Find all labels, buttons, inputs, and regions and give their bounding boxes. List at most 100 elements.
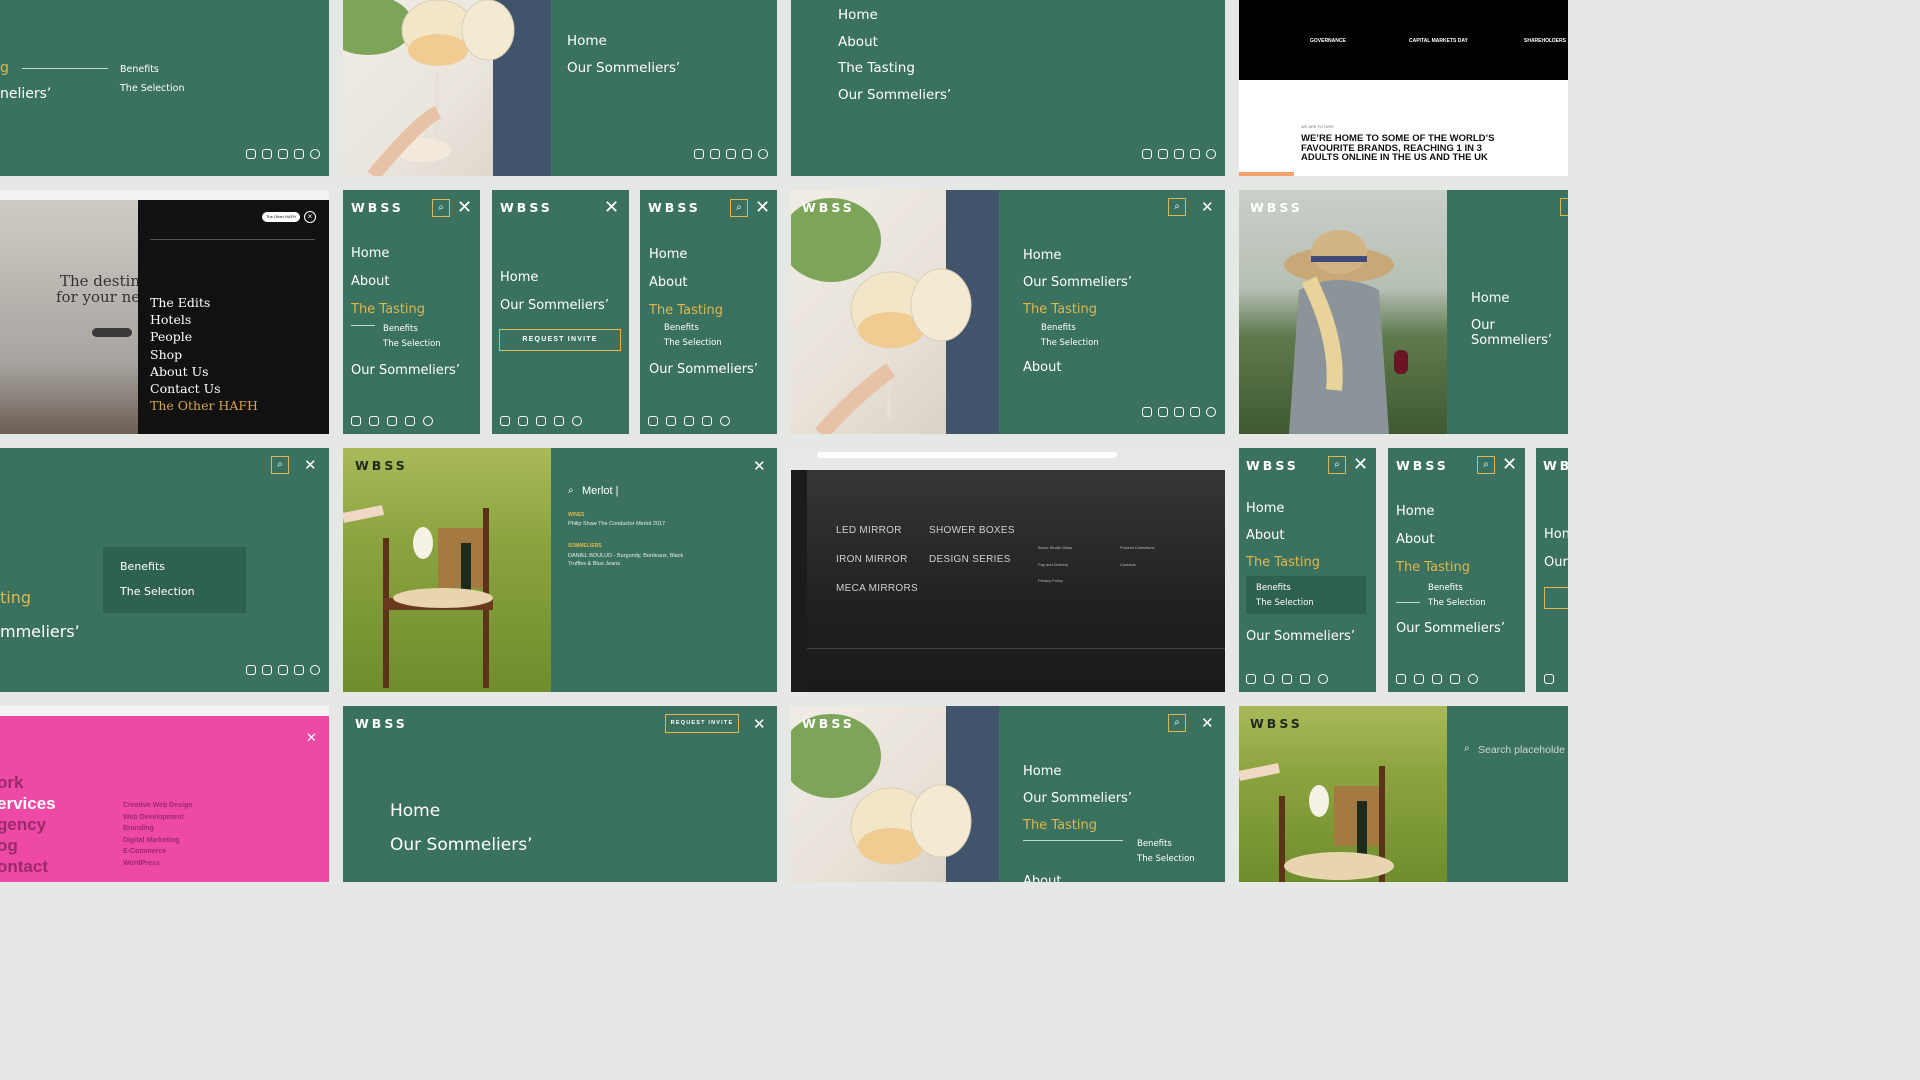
close-icon[interactable]: ✕ [755,199,770,217]
instagram-icon[interactable] [246,665,256,675]
menu-iron-mirror[interactable]: IRON MIRROR [836,554,908,565]
search-icon[interactable]: ⌕ [730,199,748,217]
nav-item-about[interactable]: About [351,274,389,289]
nav-item-sommeliers[interactable]: Our Sommeliers’ [1471,318,1568,348]
twitter-icon[interactable] [1174,407,1184,417]
nav-item-about[interactable]: About [838,34,878,50]
nav-item-about[interactable]: About [1023,360,1061,375]
search-icon[interactable]: ⌕ [432,199,450,217]
instagram-icon[interactable] [1396,674,1406,684]
youtube-icon[interactable] [405,416,415,426]
search-input[interactable]: Search placeholde [1478,744,1565,756]
sub-item-benefits[interactable]: Benefits [383,322,418,337]
search-icon[interactable]: ⌕ [1328,456,1346,474]
search-icon[interactable]: ⌕ [1168,198,1186,216]
menu-item-edits[interactable]: The Edits [150,294,258,311]
search-icon[interactable]: ⌕ [271,456,289,474]
facebook-icon[interactable] [310,149,320,159]
wbss-logo[interactable]: WBSS [1246,458,1299,473]
menu-item-about[interactable]: About Us [150,363,258,380]
twitter-icon[interactable] [726,149,736,159]
wbss-logo[interactable]: WBSS [1250,716,1303,731]
youtube-icon[interactable] [702,416,712,426]
nav-item-home[interactable]: Hon [1544,527,1568,542]
result-wine[interactable]: Philip Shaw The Conductor Merlot 2017 [568,521,665,527]
wbss-logo[interactable]: WBSS [648,200,701,215]
social-icons[interactable] [694,149,768,159]
linkedin-icon[interactable] [262,665,272,675]
search-icon[interactable]: ⌕ [1168,714,1186,732]
nav-item-sommeliers[interactable]: Our Sommeliers’ [1023,275,1132,290]
nav-item-home[interactable]: Home [1246,501,1284,516]
social-icons[interactable] [246,149,320,159]
sub-item-selection[interactable]: The Selection [1428,596,1486,611]
nav-item-about[interactable]: About [1023,874,1061,882]
twitter-icon[interactable] [278,149,288,159]
social-icons[interactable] [246,665,320,675]
nav-item-about[interactable]: About [649,275,687,290]
menu-item-shop[interactable]: Shop [150,346,258,363]
youtube-icon[interactable] [294,665,304,675]
request-invite-button[interactable] [1544,587,1568,609]
facebook-icon[interactable] [758,149,768,159]
facebook-icon[interactable] [423,416,433,426]
sub-item-benefits[interactable]: Benefits [120,560,165,573]
youtube-icon[interactable] [1300,674,1310,684]
menu-meca-mirrors[interactable]: MECA MIRRORS [836,583,918,594]
close-icon[interactable]: ✕ [753,457,766,475]
instagram-icon[interactable] [351,416,361,426]
nav-item-about[interactable]: About [1246,528,1284,543]
twitter-icon[interactable] [1432,674,1442,684]
twitter-icon[interactable] [1282,674,1292,684]
facebook-icon[interactable] [310,665,320,675]
wbss-logo[interactable]: WBSS [351,200,404,215]
linkedin-icon[interactable] [518,416,528,426]
facebook-icon[interactable] [1318,674,1328,684]
wbss-logo[interactable]: WBSS [802,716,855,731]
close-icon[interactable]: ✕ [304,456,317,474]
link-privacy[interactable]: Privacy Policy [1038,573,1072,590]
instagram-icon[interactable] [500,416,510,426]
facebook-icon[interactable] [720,416,730,426]
sub-item-selection[interactable]: The Selection [1256,596,1314,611]
service-web-design[interactable]: Creative Web Design [123,800,193,812]
twitter-icon[interactable] [684,416,694,426]
nav-item-tasting[interactable]: The Tasting [1023,818,1097,833]
nav-item-sommeliers[interactable]: Our Sommeliers’ [390,835,532,855]
linkedin-icon[interactable] [1264,674,1274,684]
nav-item-tasting[interactable]: The Tasting [1396,560,1470,575]
wbss-logo[interactable]: WBSS [500,200,553,215]
instagram-icon[interactable] [1246,674,1256,684]
social-icons[interactable] [1142,407,1216,417]
nav-item-sommeliers[interactable]: Our Sommeliers’ [567,60,680,76]
youtube-icon[interactable] [1450,674,1460,684]
nav-item-sommeliers[interactable]: mmeliers’ [0,622,80,641]
big-item-contact[interactable]: ontact [0,856,56,877]
twitter-icon[interactable] [1174,149,1184,159]
search-input[interactable]: Merlot | [582,485,618,497]
close-icon[interactable]: ✕ [306,730,317,748]
nav-item-tasting[interactable]: The Tasting [351,302,425,317]
nav-item-partial[interactable]: g [0,60,9,76]
wbss-logo[interactable]: WBSS [355,458,408,473]
menu-item-hotels[interactable]: Hotels [150,311,258,328]
sub-item-benefits[interactable]: Benefits [1137,837,1172,852]
menu-item-contact[interactable]: Contact Us [150,380,258,397]
twitter-icon[interactable] [278,665,288,675]
wbss-logo[interactable]: WBSS [1543,458,1568,473]
linkedin-icon[interactable] [262,149,272,159]
sub-item-benefits[interactable]: Benefits [1428,581,1463,596]
instagram-icon[interactable] [694,149,704,159]
youtube-icon[interactable] [294,149,304,159]
nav-item-home[interactable]: Home [390,801,440,821]
search-icon[interactable]: ⌕ [1477,456,1495,474]
close-icon[interactable]: ✕ [1201,714,1214,732]
nav-item-sommeliers[interactable]: Our Sommeliers’ [1246,629,1355,644]
link-product-collections[interactable]: Product Collections [1120,540,1154,557]
nav-item-sommeliers[interactable]: Our Sommeliers’ [649,362,758,377]
social-icons[interactable] [1246,674,1328,684]
address-bar[interactable] [817,452,1117,458]
close-icon[interactable]: ✕ [457,199,472,217]
menu-led-mirror[interactable]: LED MIRROR [836,525,902,536]
big-item-work[interactable]: ork [0,772,56,793]
